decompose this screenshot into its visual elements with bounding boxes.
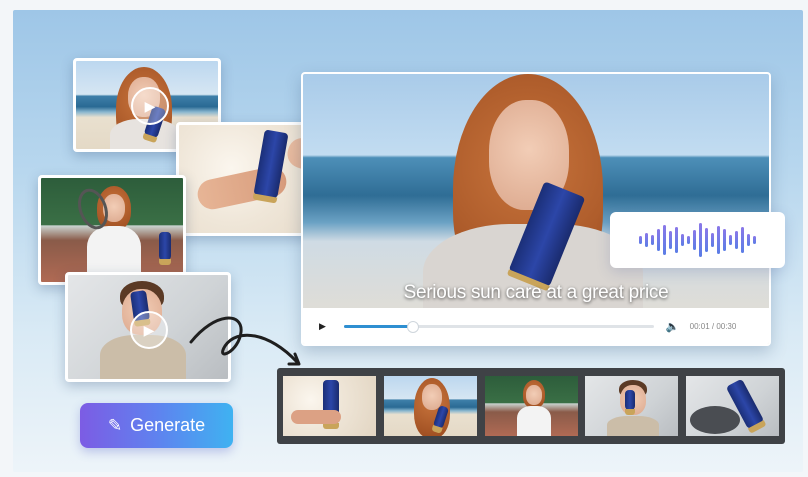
play-icon[interactable]: ▶ [130,311,168,349]
waveform-bar [675,227,678,253]
play-icon[interactable]: ▶ [131,87,169,125]
volume-icon[interactable]: 🔈 [666,320,680,333]
progress-bar[interactable] [343,320,654,333]
waveform-bar [663,225,666,255]
waveform-bar [699,223,702,257]
canvas: ▶ ▶ Serious sun care at a great price ▶ … [13,10,803,472]
audio-waveform [610,212,785,268]
video-time: 00:01 / 00:30 [689,321,737,331]
video-subtitle: Serious sun care at a great price [403,282,669,303]
waveform-bar [753,236,756,244]
waveform-bar [651,235,654,245]
magic-wand-icon: ✎ [107,415,123,435]
waveform-bar [639,236,642,244]
waveform-bar [735,231,738,249]
waveform-bar [645,233,648,247]
timeline-thumb-studio-man[interactable] [585,376,679,436]
player-controls: ▶ 🔈 00:01 / 00:30 [303,308,769,344]
waveform-bar [681,234,684,246]
generate-label: Generate [130,415,206,435]
play-icon[interactable]: ▶ [319,321,326,332]
timeline-thumb-beach-woman[interactable] [383,376,477,436]
generate-button[interactable]: ✎ Generate [80,403,233,448]
waveform-bar [723,229,726,251]
timeline-thumb-product[interactable] [686,376,779,436]
sunscreen-tube [159,232,171,265]
waveform-bar [741,227,744,253]
timeline-thumb-tennis-woman[interactable] [484,376,578,436]
video-player[interactable]: Serious sun care at a great price ▶ 🔈 00… [301,72,771,346]
timeline-thumb-hand-sand[interactable] [283,376,376,436]
waveform-bar [657,229,660,251]
timeline-filmstrip [277,368,785,444]
clip-tennis-woman[interactable] [38,175,186,285]
waveform-bar [693,230,696,250]
waveform-bar [717,226,720,254]
waveform-bar [687,236,690,244]
waveform-bar [705,228,708,252]
waveform-bar [711,233,714,247]
waveform-bar [669,231,672,249]
waveform-bar [747,234,750,246]
progress-knob[interactable] [407,320,420,333]
waveform-bar [729,235,732,245]
progress-fill [343,324,413,328]
